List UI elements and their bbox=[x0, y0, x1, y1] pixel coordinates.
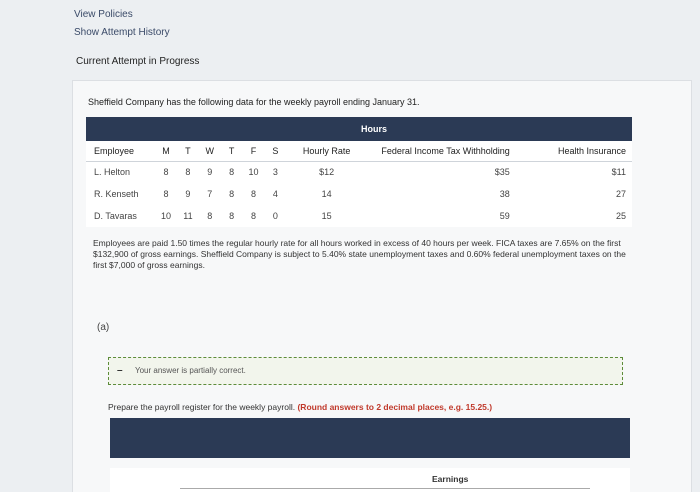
cell-employee: L. Helton bbox=[94, 167, 131, 178]
cell-federal-tax: $35 bbox=[494, 167, 510, 178]
minus-icon: – bbox=[117, 365, 123, 376]
cell-health-insurance: 27 bbox=[615, 189, 626, 199]
cell-hours: 8 bbox=[251, 211, 257, 221]
cell-hours: 3 bbox=[272, 167, 278, 178]
cell-hours: 8 bbox=[163, 189, 169, 199]
hours-group-header: Hours bbox=[86, 117, 632, 141]
col-mon: M bbox=[155, 141, 177, 162]
cell-employee: D. Tavaras bbox=[94, 211, 137, 221]
answer-status-box: – Your answer is partially correct. bbox=[108, 357, 623, 385]
cell-federal-tax: 38 bbox=[499, 189, 510, 199]
show-attempt-history-link[interactable]: Show Attempt History bbox=[74, 24, 170, 42]
data-table: Employee M T W T F S Hourly Rate Federal… bbox=[86, 141, 632, 227]
cell-hours: 8 bbox=[163, 167, 169, 178]
col-health-insurance: Health Insurance bbox=[539, 141, 632, 162]
col-wed: W bbox=[198, 141, 221, 162]
part-a-label: (a) bbox=[97, 322, 110, 333]
instruction-text: Prepare the payroll register for the wee… bbox=[108, 402, 296, 412]
instruction: Prepare the payroll register for the wee… bbox=[108, 402, 492, 412]
col-tue: T bbox=[176, 141, 199, 162]
answer-status-text: Your answer is partially correct. bbox=[135, 366, 246, 375]
cell-hours: 10 bbox=[161, 211, 172, 221]
cell-hourly-rate: 14 bbox=[321, 189, 332, 199]
payroll-register-subheader: Earnings bbox=[110, 468, 630, 492]
col-federal-tax: Federal Income Tax Withholding bbox=[366, 141, 540, 162]
col-sat: S bbox=[264, 141, 287, 162]
payroll-data-table: Hours Employee M T W T F S Hourly Rate F… bbox=[86, 117, 632, 227]
col-hourly-rate: Hourly Rate bbox=[286, 141, 367, 162]
earnings-header: Earnings bbox=[432, 474, 469, 484]
instruction-emphasis: (Round answers to 2 decimal places, e.g.… bbox=[297, 402, 493, 412]
cell-hourly-rate: $12 bbox=[319, 167, 335, 178]
cell-hours: 8 bbox=[251, 189, 257, 199]
cell-hours: 8 bbox=[229, 167, 235, 178]
cell-federal-tax: 59 bbox=[499, 211, 510, 221]
payroll-tax-note: Employees are paid 1.50 times the regula… bbox=[93, 238, 626, 270]
top-links: View Policies Show Attempt History bbox=[74, 6, 170, 42]
earnings-rule bbox=[180, 488, 590, 489]
table-header-row: Employee M T W T F S Hourly Rate Federal… bbox=[86, 141, 632, 162]
view-policies-link[interactable]: View Policies bbox=[74, 6, 170, 24]
cell-hours: 8 bbox=[229, 189, 235, 199]
cell-hours: 10 bbox=[248, 167, 259, 178]
cell-hours: 7 bbox=[207, 189, 213, 199]
cell-hours: 9 bbox=[185, 189, 191, 199]
col-thu: T bbox=[220, 141, 243, 162]
cell-hours: 9 bbox=[207, 167, 213, 178]
cell-hours: 11 bbox=[183, 211, 193, 221]
cell-hours: 8 bbox=[185, 167, 191, 178]
cell-hours: 0 bbox=[272, 211, 278, 221]
table-row: L. Helton 8 8 9 8 10 3 $12 $35 $11 bbox=[86, 161, 632, 183]
cell-health-insurance: 25 bbox=[615, 211, 626, 221]
payroll-register-header-bar bbox=[110, 418, 630, 458]
cell-hours: 4 bbox=[272, 189, 278, 199]
cell-hours: 8 bbox=[229, 211, 235, 221]
table-row: R. Kenseth 8 9 7 8 8 4 14 38 27 bbox=[86, 183, 632, 205]
question-intro: Sheffield Company has the following data… bbox=[88, 97, 420, 107]
col-fri: F bbox=[242, 141, 265, 162]
cell-employee: R. Kenseth bbox=[94, 189, 139, 199]
cell-hours: 8 bbox=[207, 211, 213, 221]
section-heading: Current Attempt in Progress bbox=[76, 56, 200, 67]
cell-health-insurance: $11 bbox=[611, 167, 626, 178]
col-employee: Employee bbox=[86, 141, 156, 162]
table-row: D. Tavaras 10 11 8 8 8 0 15 59 25 bbox=[86, 205, 632, 227]
cell-hourly-rate: 15 bbox=[321, 211, 332, 221]
